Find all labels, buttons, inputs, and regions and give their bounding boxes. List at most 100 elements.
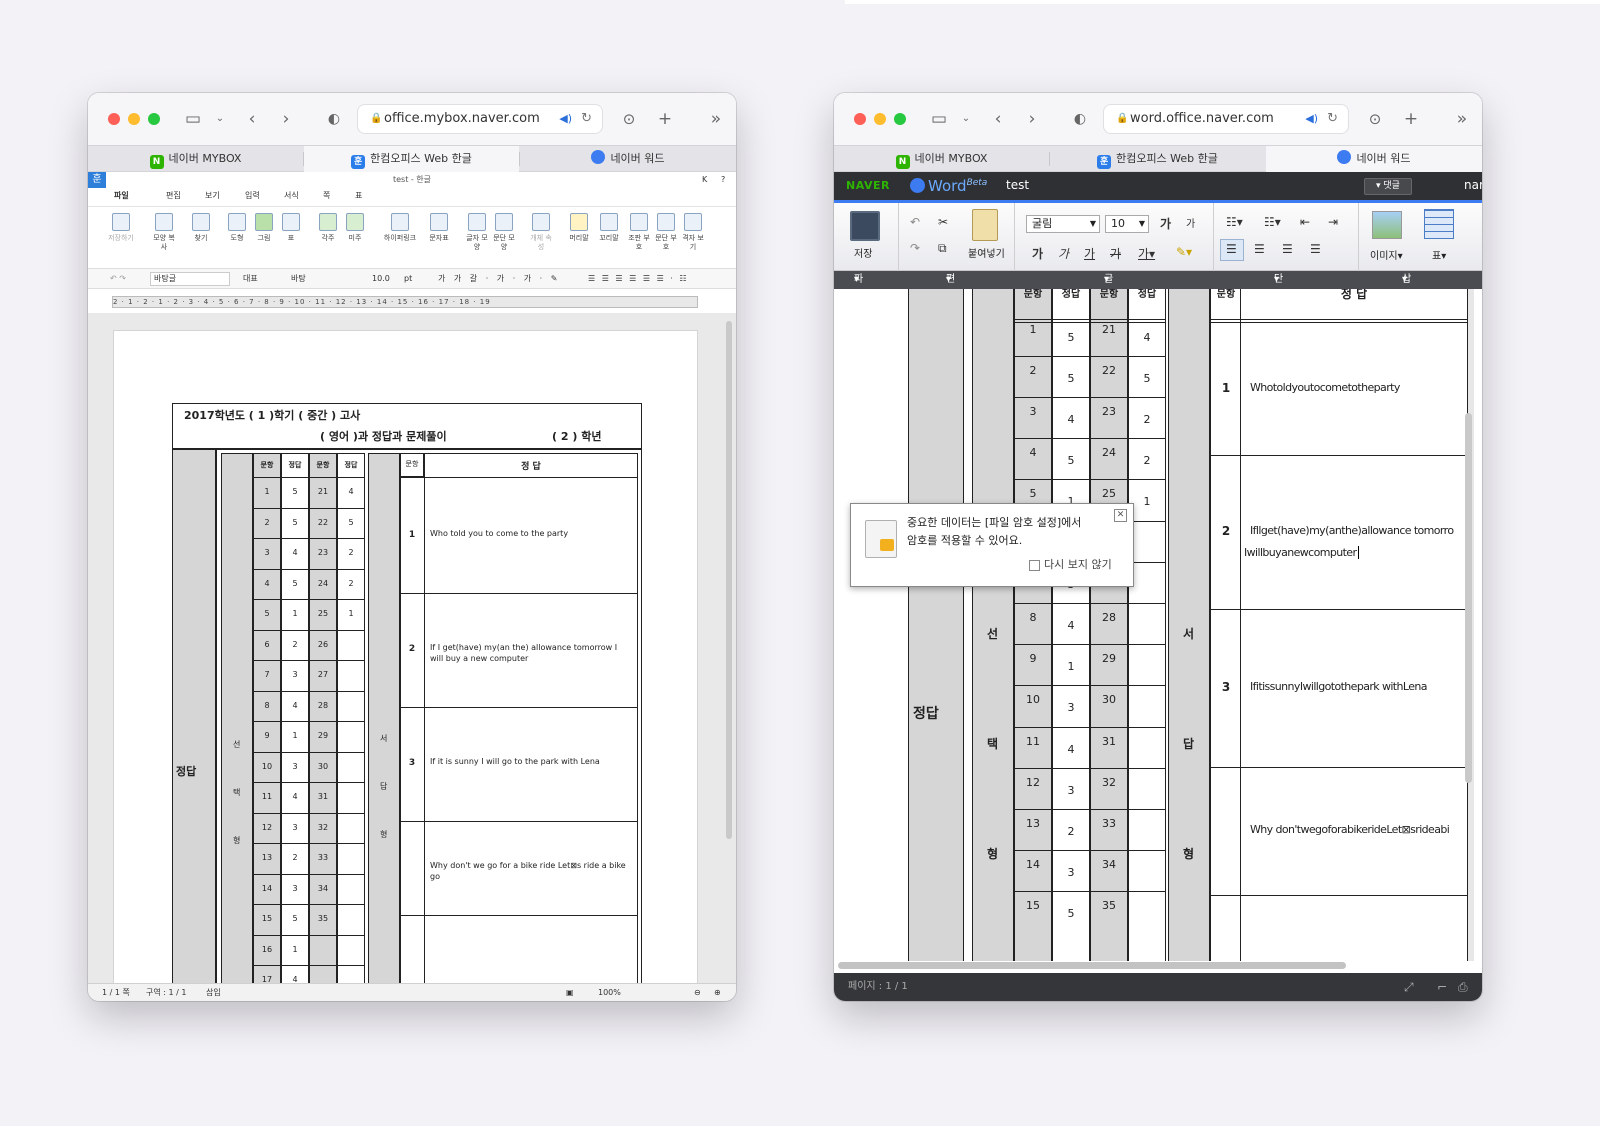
strike-icon[interactable]: 가 <box>1110 245 1121 262</box>
ribbon-picture[interactable]: 그림 <box>251 213 277 243</box>
minimize-window-button[interactable] <box>128 113 140 125</box>
cut-icon[interactable]: ✂ <box>938 215 948 229</box>
fullscreen-icon[interactable]: ⤢ <box>1404 973 1414 1001</box>
zoom-in-icon[interactable]: ⊕ <box>714 984 721 1001</box>
zoom-window-button[interactable] <box>894 113 906 125</box>
download-icon[interactable]: ⊙ <box>1363 107 1387 131</box>
ribbon-footer[interactable]: 꼬리말 <box>596 213 622 243</box>
vertical-scrollbar[interactable] <box>726 321 732 839</box>
save-icon[interactable] <box>850 211 880 241</box>
close-window-button[interactable] <box>854 113 866 125</box>
italic-icon[interactable]: 가 <box>1058 245 1069 262</box>
reload-icon[interactable]: ↻ <box>1327 105 1338 133</box>
more-tabs-icon[interactable]: » <box>1450 107 1474 131</box>
chevron-down-icon[interactable]: ⌄ <box>208 107 232 131</box>
view-icon[interactable]: ▣ <box>566 984 574 1001</box>
essay-text[interactable]: Who told you to come to the party <box>430 528 630 539</box>
group-font[interactable]: 글꼴 ▾ <box>1104 271 1113 303</box>
file-name[interactable]: test <box>1006 178 1029 192</box>
paste-button[interactable]: 붙여넣기 <box>968 245 1005 260</box>
font-unit[interactable]: pt <box>404 269 412 289</box>
ruler[interactable]: 2 · 1 · 2 · 1 · 2 · 3 · 4 · 5 · 6 · 7 · … <box>112 296 698 308</box>
back-icon[interactable]: ‹ <box>240 107 264 131</box>
align-icons[interactable]: ☰ ☰ ☰ ☰ ☰ ☰ · ☷ <box>588 269 689 289</box>
more-tabs-icon[interactable]: » <box>704 107 728 131</box>
shield-icon[interactable]: ◐ <box>322 107 346 131</box>
menu-table[interactable]: 표 <box>355 190 362 201</box>
align-center-icon[interactable]: ☰ <box>1254 242 1265 256</box>
minimize-window-button[interactable] <box>874 113 886 125</box>
ribbon-layout-marks[interactable]: 조판 부호 <box>626 213 652 252</box>
ribbon-grid[interactable]: 격자 보기 <box>680 213 706 252</box>
align-left-icon[interactable]: ☰ <box>1226 242 1237 256</box>
menu-k[interactable]: K <box>702 175 707 184</box>
tab-hancom[interactable]: 훈 한컴오피스 Web 한글 <box>1050 146 1265 172</box>
essay-text[interactable]: If I get(have) my(an the) allowance tomo… <box>430 642 630 664</box>
lang-select[interactable]: 대표 <box>243 269 258 289</box>
group-edit[interactable]: 편집 ▾ <box>946 271 955 303</box>
address-bar[interactable]: 🔒 office.mybox.naver.com ◀) ↻ <box>358 105 602 133</box>
menu-view[interactable]: 보기 <box>205 190 220 201</box>
font-size-select[interactable]: 10 ▼ <box>1105 215 1149 233</box>
ribbon-char-shape[interactable]: 글자 모양 <box>464 213 490 252</box>
status-zoom[interactable]: 100% <box>598 984 621 1001</box>
essay-text[interactable]: Why don't we go for a bike ride Let⊠s ri… <box>430 860 630 882</box>
print-icon[interactable]: ⎙ <box>1458 973 1468 1001</box>
shrink-font-icon[interactable]: 가 <box>1186 215 1195 230</box>
numbered-list-icon[interactable]: ☷▾ <box>1226 215 1243 229</box>
back-icon[interactable]: ‹ <box>986 107 1010 131</box>
image-button[interactable]: 이미지▾ <box>1370 247 1403 262</box>
ribbon-find[interactable]: 찾기 <box>188 213 214 243</box>
redo-icon[interactable]: ↷ <box>910 241 920 255</box>
font-color-icon[interactable]: 가▾ <box>1138 245 1155 262</box>
speaker-icon[interactable]: ◀) <box>1305 105 1318 133</box>
grow-font-icon[interactable]: 가 <box>1160 215 1171 232</box>
reload-icon[interactable]: ↻ <box>581 105 592 133</box>
tab-naver-word[interactable]: 네이버 워드 <box>520 146 736 172</box>
ribbon-object-props[interactable]: 개체 속성 <box>528 213 554 252</box>
ribbon-format-copy[interactable]: 모양 복사 <box>151 213 177 252</box>
ribbon-hyperlink[interactable]: 하이퍼링크 <box>380 213 420 243</box>
zoom-window-button[interactable] <box>148 113 160 125</box>
address-bar[interactable]: 🔒 word.office.naver.com ◀) ↻ <box>1104 105 1348 133</box>
ribbon-para-marks[interactable]: 문단 부호 <box>653 213 679 252</box>
font-select[interactable]: 굴림 ▼ <box>1026 215 1100 233</box>
save-button[interactable]: 저장 <box>854 245 872 260</box>
table-icon[interactable] <box>1424 209 1454 239</box>
sidebar-icon[interactable]: ▭ <box>181 107 205 131</box>
sidebar-icon[interactable]: ▭ <box>927 107 951 131</box>
new-tab-icon[interactable]: + <box>653 107 677 131</box>
menu-format[interactable]: 서식 <box>284 190 299 201</box>
highlight-icon[interactable]: ✎▾ <box>1176 245 1192 259</box>
essay-text[interactable]: Why don'twegoforabikerideLet⊠srideabi <box>1250 823 1450 836</box>
menu-insert[interactable]: 입력 <box>245 190 260 201</box>
ribbon-endnote[interactable]: 미주 <box>342 213 368 243</box>
outdent-icon[interactable]: ⇤ <box>1300 215 1310 229</box>
style-select[interactable]: 바탕글 <box>150 272 230 286</box>
font-select[interactable]: 바탕 <box>291 269 306 289</box>
shield-icon[interactable]: ◐ <box>1068 107 1092 131</box>
group-insert[interactable]: 삽입 ▾ <box>1402 271 1411 303</box>
tab-naver-word[interactable]: 네이버 워드 <box>1266 146 1482 172</box>
speaker-icon[interactable]: ◀) <box>559 105 572 133</box>
ribbon-shape[interactable]: 도형 <box>224 213 250 243</box>
tab-mybox[interactable]: N 네이버 MYBOX <box>834 146 1049 172</box>
underline-icon[interactable]: 가 <box>1084 245 1095 262</box>
help-button[interactable]: ? <box>721 175 725 184</box>
menu-page[interactable]: 쪽 <box>323 190 330 201</box>
essay-text[interactable]: If it is sunny I will go to the park wit… <box>430 756 630 767</box>
undo-icon[interactable]: ↶ ↷ <box>110 269 126 289</box>
essay-text[interactable]: Whotoldyoutocometotheparty <box>1250 381 1400 394</box>
forward-icon[interactable]: › <box>274 107 298 131</box>
ribbon-header[interactable]: 머리말 <box>566 213 592 243</box>
ribbon-table[interactable]: 표 <box>278 213 304 243</box>
ruler-icon[interactable]: ⌐ <box>1437 973 1447 1001</box>
ribbon-footnote[interactable]: 각주 <box>315 213 341 243</box>
font-size-input[interactable]: 10.0 <box>372 269 390 289</box>
ribbon-save[interactable]: 저장하기 <box>108 213 134 243</box>
align-justify-icon[interactable]: ☰ <box>1310 242 1321 256</box>
close-window-button[interactable] <box>108 113 120 125</box>
vertical-scrollbar[interactable] <box>1465 413 1472 783</box>
essay-text-line2[interactable]: Iwillbuyanewcomputer <box>1244 546 1360 559</box>
undo-icon[interactable]: ↶ <box>910 215 920 229</box>
